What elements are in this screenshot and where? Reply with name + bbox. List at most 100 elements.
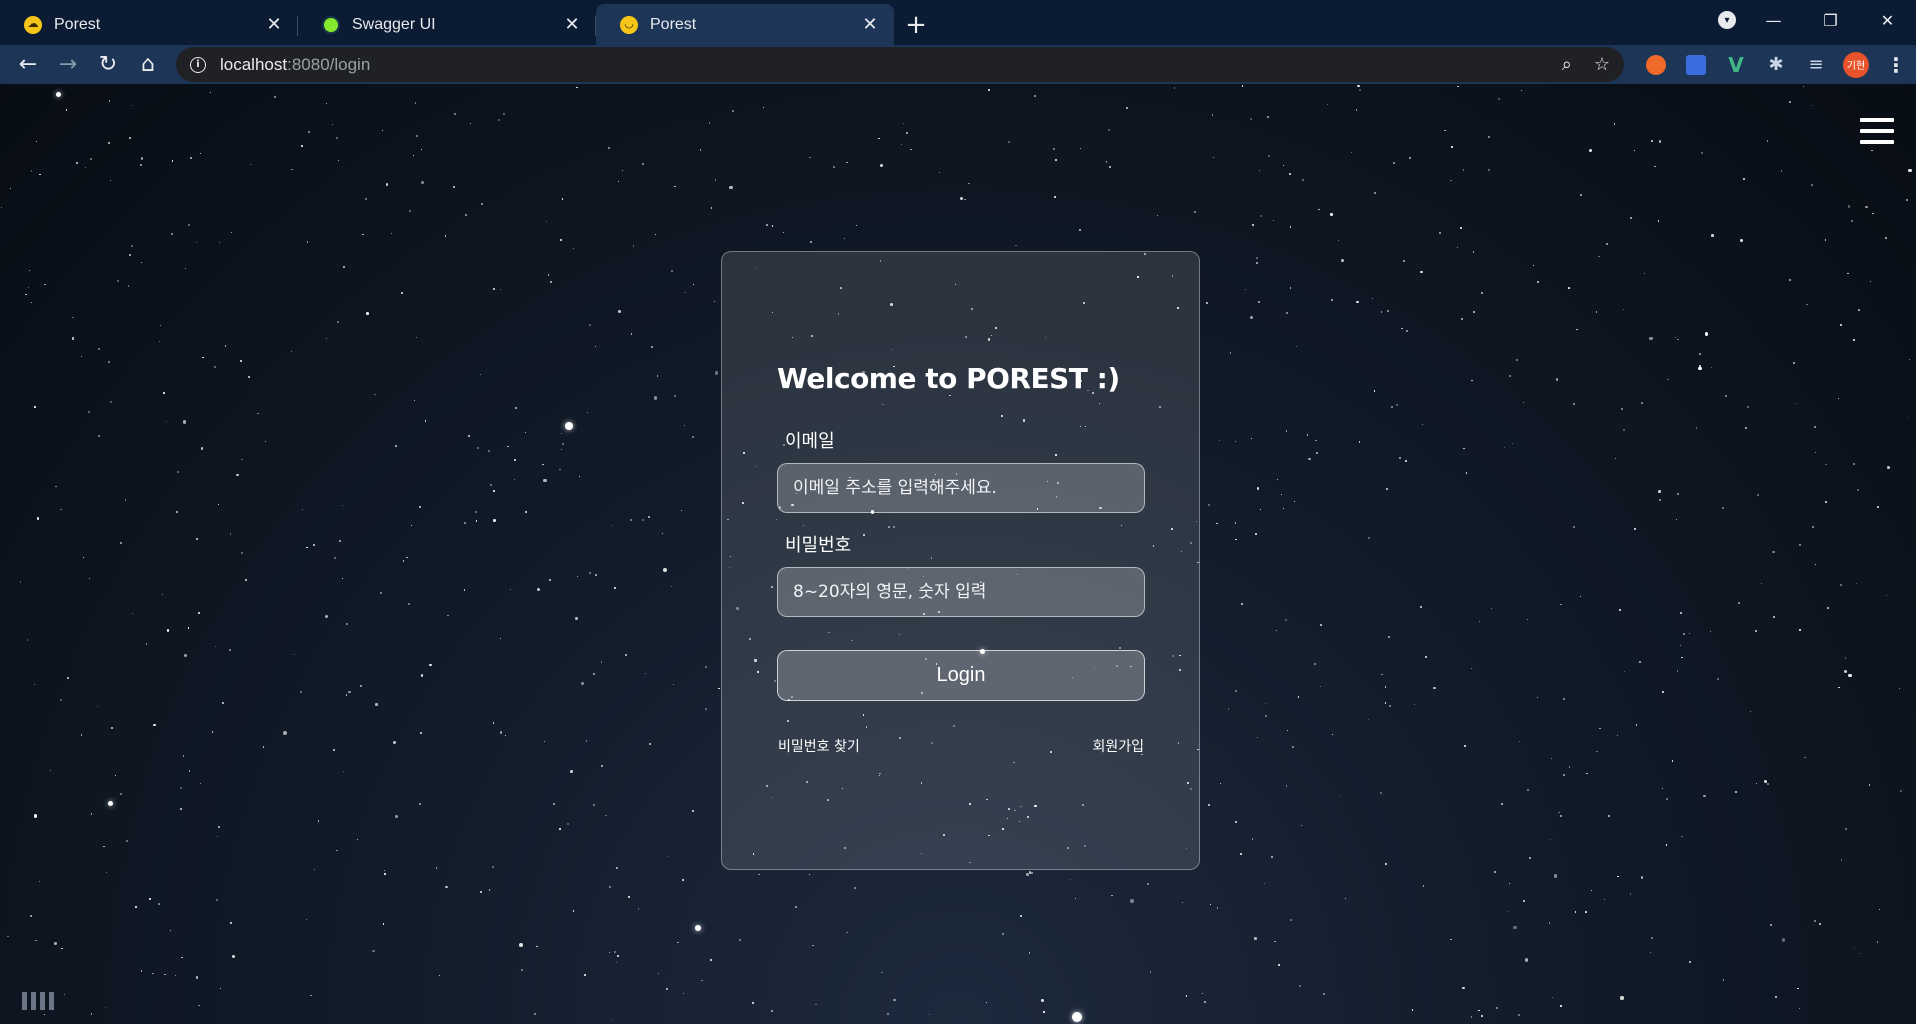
- star-dot: [421, 180, 424, 184]
- star-dot: [1460, 318, 1463, 321]
- star-dot: [656, 375, 659, 377]
- home-icon[interactable]: ⌂: [128, 48, 168, 82]
- star-dot: [1367, 719, 1369, 721]
- browser-tab-2[interactable]: Swagger UI ✕: [298, 4, 596, 45]
- star-dot: [1293, 501, 1296, 503]
- star-dot: [222, 701, 224, 704]
- star-dot: [657, 972, 660, 974]
- extensions-area: V ✱ ≡ 기현 ⋮: [1636, 45, 1916, 84]
- star-dot: [88, 578, 91, 580]
- password-field[interactable]: [777, 567, 1145, 617]
- star-dot: [1711, 234, 1715, 238]
- star-dot: [116, 279, 119, 282]
- browser-tab-1[interactable]: ☁ Porest ✕: [0, 4, 298, 45]
- close-window-button[interactable]: ✕: [1859, 0, 1916, 40]
- star-dot: [1340, 794, 1342, 796]
- star-dot: [1749, 710, 1751, 713]
- forward-arrow-icon[interactable]: →: [48, 48, 88, 82]
- extension-orange-icon[interactable]: [1636, 45, 1676, 84]
- star-dot: [960, 196, 964, 200]
- star-dot: [691, 809, 694, 812]
- site-info-icon[interactable]: i: [190, 56, 206, 73]
- new-tab-button[interactable]: +: [894, 4, 938, 45]
- star-dot: [815, 1004, 817, 1006]
- tab-close-icon[interactable]: ✕: [264, 14, 284, 35]
- star-dot: [808, 874, 810, 876]
- zoom-icon[interactable]: ⌕: [1562, 54, 1572, 75]
- tab-close-icon[interactable]: ✕: [562, 14, 582, 35]
- star-dot: [1908, 168, 1912, 173]
- login-title: Welcome to POREST :): [777, 362, 1120, 395]
- bookmark-star-icon[interactable]: ☆: [1594, 54, 1610, 75]
- star-dot: [415, 134, 418, 137]
- star-dot: [1235, 820, 1237, 823]
- hamburger-menu-icon[interactable]: [1860, 118, 1894, 144]
- star-dot: [1075, 897, 1077, 899]
- star-dot: [964, 199, 966, 201]
- find-password-link[interactable]: 비밀번호 찾기: [778, 736, 860, 756]
- star-dot: [1043, 1011, 1045, 1013]
- star-dot: [1537, 280, 1540, 283]
- star-dot: [1699, 353, 1701, 355]
- browser-menu-icon[interactable]: ⋮: [1876, 45, 1916, 84]
- star-dot: [1254, 937, 1257, 940]
- star-dot: [628, 896, 630, 899]
- minimize-button[interactable]: —: [1745, 0, 1802, 40]
- star-dot: [1856, 489, 1859, 492]
- star-dot: [1302, 179, 1304, 181]
- star-dot: [1182, 901, 1184, 903]
- login-button[interactable]: Login: [777, 650, 1145, 701]
- star-dot: [488, 449, 491, 453]
- star-dot: [1508, 375, 1511, 378]
- star-dot: [499, 731, 503, 734]
- email-field[interactable]: [777, 463, 1145, 513]
- star-dot: [381, 129, 383, 131]
- reload-icon[interactable]: ↻: [88, 48, 128, 82]
- star-dot: [521, 969, 524, 972]
- url-text[interactable]: localhost:8080/login: [220, 55, 370, 75]
- restore-button[interactable]: ❐: [1802, 0, 1859, 40]
- star-dot: [1368, 536, 1370, 539]
- star-dot: [600, 661, 602, 663]
- star-dot: [630, 518, 633, 522]
- address-bar[interactable]: i localhost:8080/login ⌕ ☆: [176, 47, 1624, 82]
- tab-title: Porest: [54, 15, 101, 33]
- reading-list-icon[interactable]: ≡: [1796, 45, 1836, 84]
- star-dot: [218, 503, 220, 505]
- back-arrow-icon[interactable]: ←: [8, 48, 48, 82]
- star-dot: [197, 611, 200, 614]
- star-dot: [1493, 871, 1497, 874]
- star-dot: [1853, 946, 1856, 949]
- star-dot: [1557, 811, 1560, 814]
- star-dot: [55, 485, 58, 488]
- star-dot: [1717, 678, 1719, 680]
- star-dot: [390, 232, 392, 234]
- star-dot: [1341, 258, 1345, 262]
- star-dot: [1456, 246, 1458, 249]
- star-dot: [576, 86, 578, 89]
- tab-close-icon[interactable]: ✕: [860, 14, 880, 35]
- star-dot: [229, 922, 232, 925]
- browser-tab-3[interactable]: ◡ Porest ✕: [596, 4, 894, 45]
- extension-blue-icon[interactable]: [1676, 45, 1716, 84]
- star-dot: [1847, 205, 1851, 208]
- star-dot: [474, 510, 477, 513]
- star-dot: [345, 694, 348, 696]
- star-dot: [140, 970, 143, 972]
- star-dot: [1387, 635, 1390, 638]
- star-dot: [262, 745, 265, 748]
- star-dot: [609, 885, 612, 888]
- star-dot: [1450, 179, 1452, 181]
- star-dot: [30, 301, 33, 304]
- vue-devtools-icon[interactable]: V: [1716, 45, 1756, 84]
- extensions-puzzle-icon[interactable]: ✱: [1756, 45, 1796, 84]
- signup-link[interactable]: 회원가입: [1092, 736, 1144, 756]
- tab-search-dropdown-icon[interactable]: ▾: [1718, 11, 1736, 29]
- star-dot: [812, 944, 814, 947]
- star-dot: [35, 141, 37, 143]
- star-dot: [1590, 889, 1593, 892]
- star-dot: [752, 1001, 755, 1004]
- star-dot: [700, 979, 703, 982]
- profile-button[interactable]: 기현: [1836, 45, 1876, 84]
- star-dot: [1524, 957, 1529, 962]
